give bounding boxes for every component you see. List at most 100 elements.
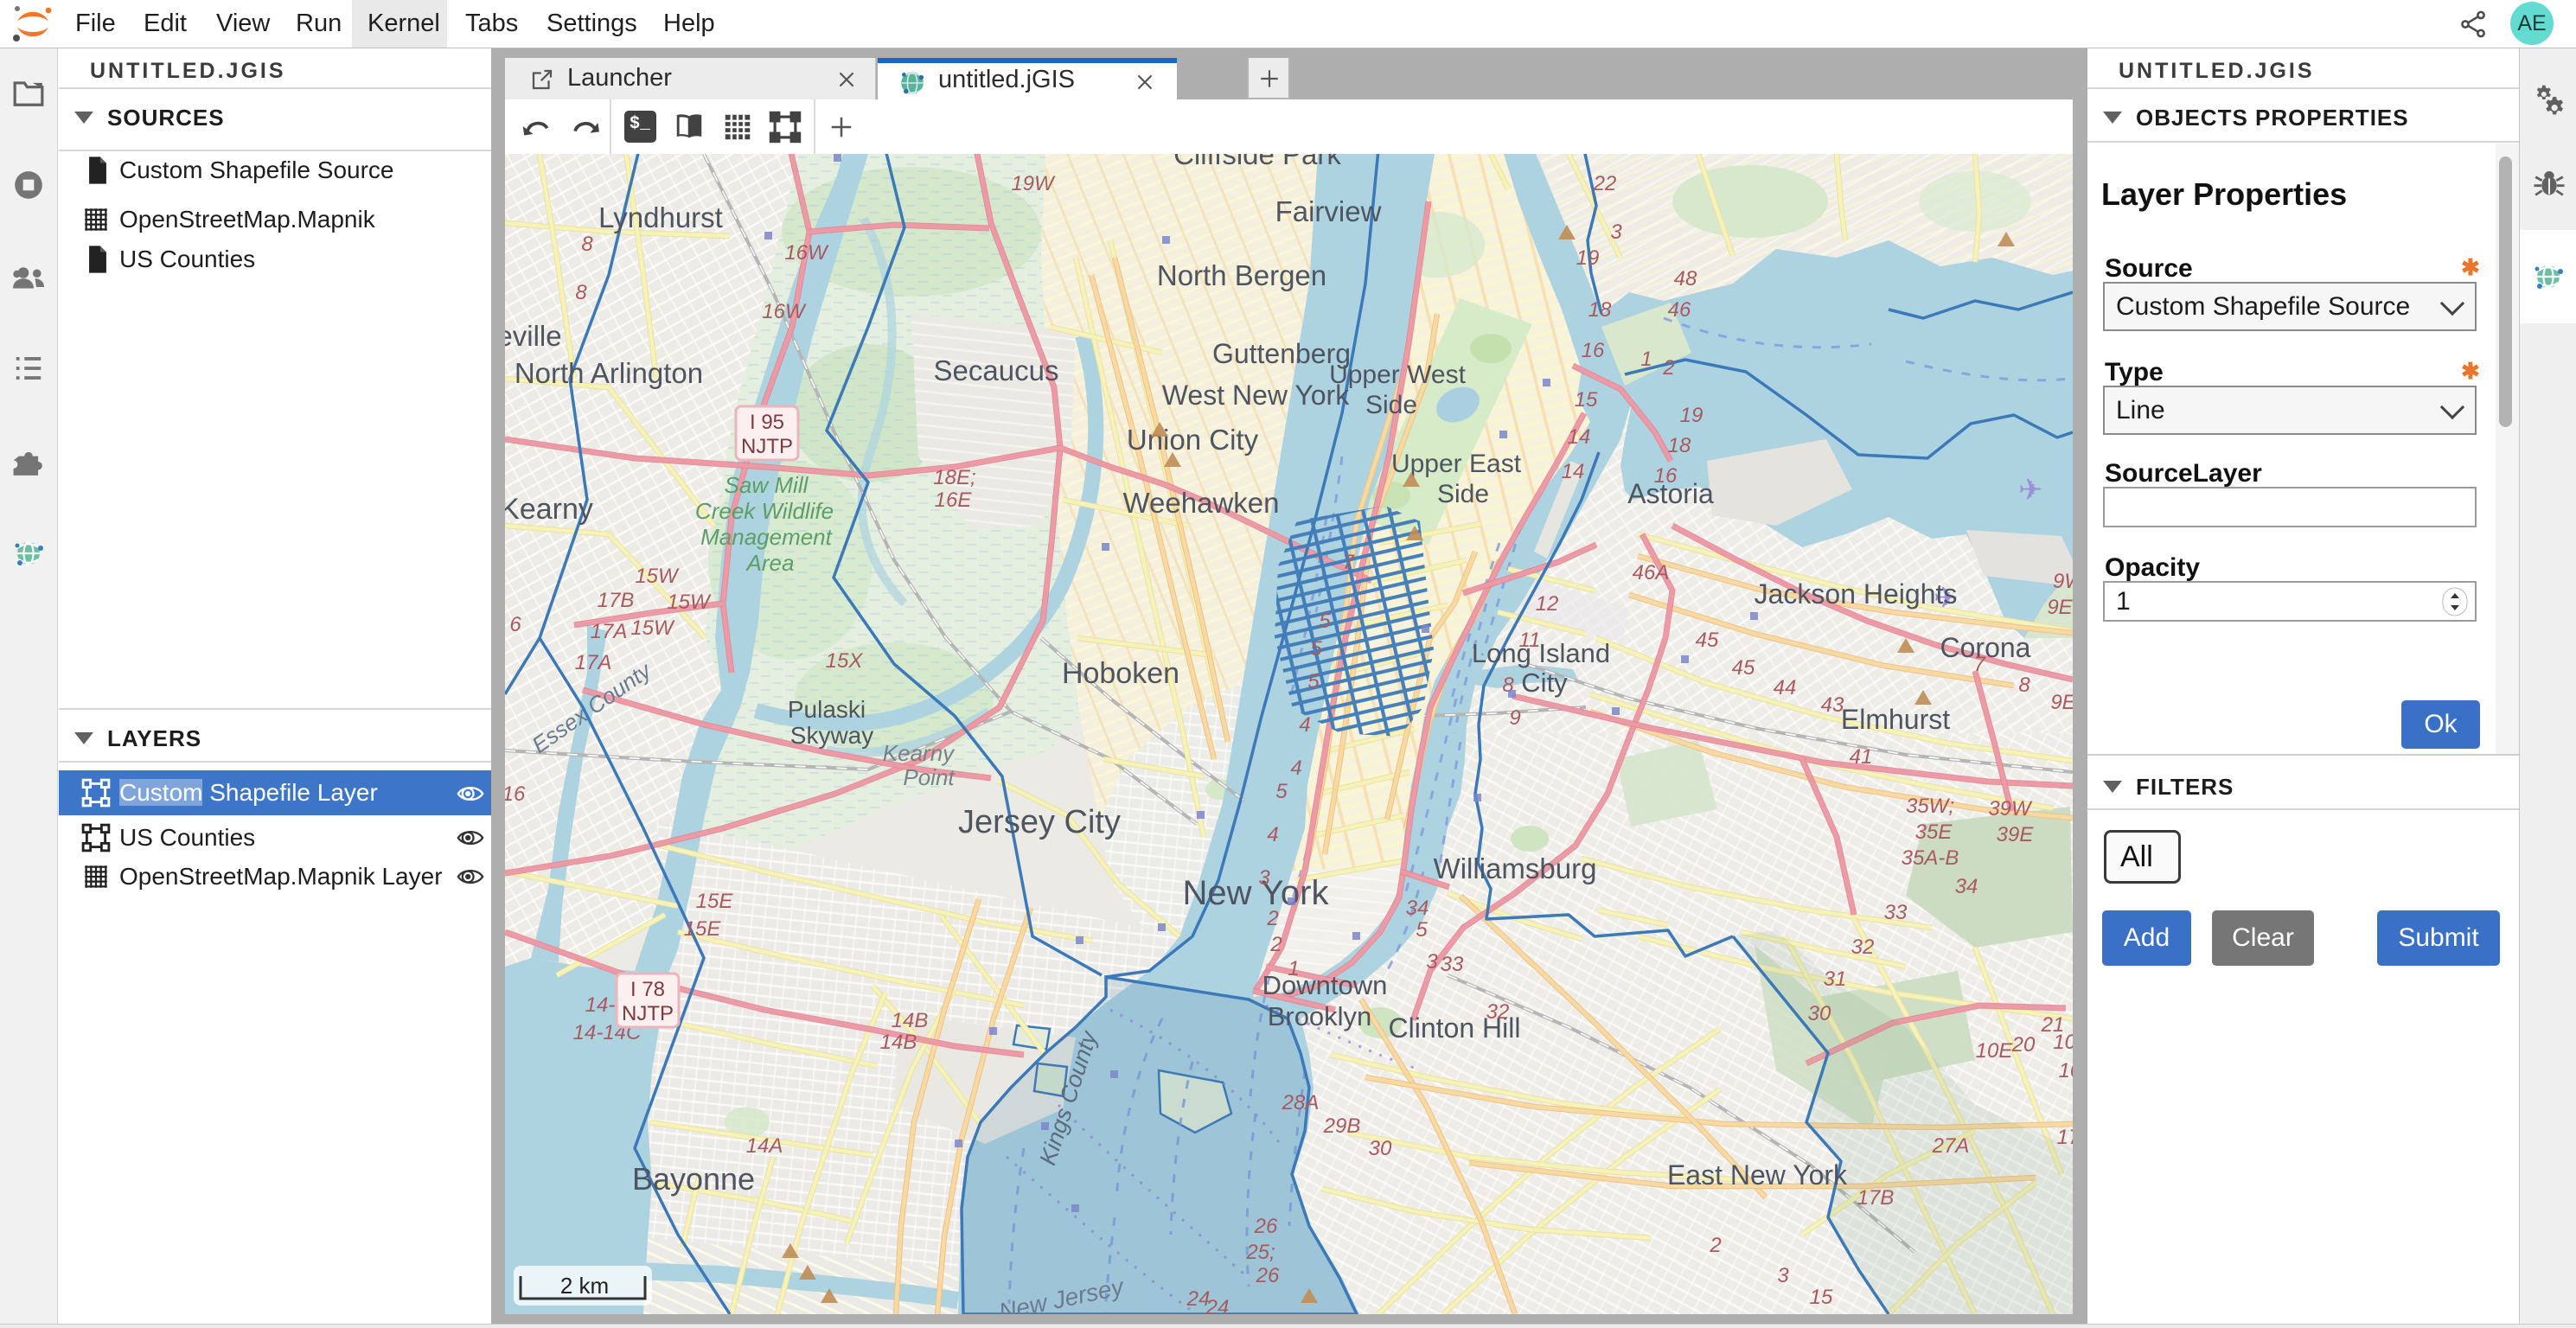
svg-text:Cliffside Park: Cliffside Park xyxy=(1173,154,1341,170)
svg-text:18: 18 xyxy=(1588,298,1612,322)
svg-text:35A-B: 35A-B xyxy=(1902,846,1959,870)
svg-text:32: 32 xyxy=(1486,1000,1510,1024)
svg-text:5: 5 xyxy=(1275,780,1288,803)
svg-text:14B: 14B xyxy=(892,1009,929,1032)
svg-text:21: 21 xyxy=(2041,1013,2065,1037)
svg-text:35W;: 35W; xyxy=(1906,795,1954,818)
svg-text:Elmhurst: Elmhurst xyxy=(1841,704,1950,735)
svg-text:5: 5 xyxy=(1310,637,1322,661)
svg-text:17A: 17A xyxy=(575,651,612,674)
svg-text:9E: 9E xyxy=(2050,691,2073,714)
svg-text:NJTP: NJTP xyxy=(622,1002,674,1025)
svg-text:9W: 9W xyxy=(2053,570,2073,593)
svg-text:eville: eville xyxy=(505,320,562,352)
svg-text:6: 6 xyxy=(509,613,521,636)
svg-text:10: 10 xyxy=(2059,1059,2073,1082)
svg-text:Saw Mill: Saw Mill xyxy=(725,472,809,498)
svg-text:14A: 14A xyxy=(746,1134,783,1158)
svg-text:17A: 17A xyxy=(591,620,628,643)
svg-text:New York: New York xyxy=(1183,874,1330,912)
svg-text:30: 30 xyxy=(1369,1137,1392,1160)
svg-text:19: 19 xyxy=(1576,246,1600,270)
svg-text:2: 2 xyxy=(1266,907,1278,930)
svg-text:19W: 19W xyxy=(1011,172,1056,195)
svg-text:16: 16 xyxy=(505,782,526,806)
svg-text:1: 1 xyxy=(1640,348,1652,371)
svg-text:Point: Point xyxy=(903,764,956,790)
svg-text:West New York: West New York xyxy=(1162,380,1350,411)
svg-text:Weehawken: Weehawken xyxy=(1122,487,1279,519)
svg-text:16: 16 xyxy=(1582,339,1605,362)
svg-text:15W: 15W xyxy=(630,616,675,640)
svg-text:7: 7 xyxy=(1342,551,1355,574)
svg-text:3: 3 xyxy=(1777,1264,1789,1287)
svg-text:31: 31 xyxy=(1824,967,1847,991)
svg-text:Long Island: Long Island xyxy=(1472,638,1610,668)
svg-text:10E: 10E xyxy=(1976,1039,2014,1063)
svg-text:15X: 15X xyxy=(826,649,864,673)
svg-text:Side: Side xyxy=(1365,391,1417,419)
svg-text:17B: 17B xyxy=(598,589,635,612)
svg-text:✈: ✈ xyxy=(2018,474,2043,507)
svg-text:24: 24 xyxy=(1205,1296,1230,1314)
svg-text:Hoboken: Hoboken xyxy=(1062,657,1179,690)
svg-text:8: 8 xyxy=(581,233,593,256)
svg-text:15: 15 xyxy=(1810,1286,1833,1309)
svg-text:9E: 9E xyxy=(2047,596,2073,619)
svg-text:45: 45 xyxy=(1732,656,1755,680)
svg-text:Fairview: Fairview xyxy=(1275,195,1382,227)
svg-text:Jersey City: Jersey City xyxy=(958,804,1121,840)
svg-text:Lyndhurst: Lyndhurst xyxy=(598,201,723,233)
svg-text:16W: 16W xyxy=(784,241,829,265)
svg-text:2 km: 2 km xyxy=(560,1273,609,1299)
svg-text:8: 8 xyxy=(2018,674,2030,697)
svg-text:4: 4 xyxy=(1299,713,1310,737)
svg-text:44: 44 xyxy=(1774,676,1797,699)
svg-text:12: 12 xyxy=(1536,592,1559,616)
svg-text:Bayonne: Bayonne xyxy=(632,1161,755,1197)
svg-text:22: 22 xyxy=(1593,172,1617,195)
svg-text:26: 26 xyxy=(1254,1215,1278,1238)
svg-text:Secaucus: Secaucus xyxy=(934,354,1059,386)
svg-text:4: 4 xyxy=(1290,757,1301,780)
svg-text:3: 3 xyxy=(1258,866,1270,890)
svg-text:Brooklyn: Brooklyn xyxy=(1268,1001,1372,1031)
svg-text:City: City xyxy=(1521,667,1568,698)
svg-text:8: 8 xyxy=(575,281,587,304)
svg-text:48: 48 xyxy=(1674,267,1697,290)
svg-text:15E: 15E xyxy=(684,917,722,941)
svg-text:30: 30 xyxy=(1808,1002,1831,1025)
svg-text:16E: 16E xyxy=(935,488,973,512)
svg-text:41: 41 xyxy=(1850,745,1873,769)
svg-text:North Arlington: North Arlington xyxy=(515,357,703,389)
svg-text:East New York: East New York xyxy=(1667,1159,1848,1191)
svg-text:Creek Wildlife: Creek Wildlife xyxy=(695,498,834,524)
svg-text:5: 5 xyxy=(1416,918,1428,942)
svg-text:2: 2 xyxy=(1662,356,1674,380)
svg-text:15: 15 xyxy=(1575,388,1598,412)
svg-text:5: 5 xyxy=(1319,610,1331,633)
svg-text:16W: 16W xyxy=(762,300,807,323)
svg-text:Williamsburg: Williamsburg xyxy=(1434,852,1597,884)
svg-text:32: 32 xyxy=(1851,935,1875,959)
svg-text:39W: 39W xyxy=(1988,797,2033,820)
svg-text:Jackson Heights: Jackson Heights xyxy=(1755,578,1958,610)
svg-text:Pulaski: Pulaski xyxy=(788,696,866,723)
svg-text:15E: 15E xyxy=(696,890,734,913)
svg-text:39E: 39E xyxy=(1997,823,2035,846)
svg-text:15W: 15W xyxy=(667,591,712,614)
svg-text:NJTP: NJTP xyxy=(741,435,793,458)
svg-text:7: 7 xyxy=(1973,653,1986,676)
svg-text:18: 18 xyxy=(1668,434,1691,457)
svg-text:17: 17 xyxy=(2057,1126,2073,1149)
svg-text:Kearny: Kearny xyxy=(505,493,593,526)
svg-text:14B: 14B xyxy=(880,1031,917,1054)
svg-text:43: 43 xyxy=(1821,693,1844,717)
svg-text:9: 9 xyxy=(1509,706,1520,730)
svg-text:28A: 28A xyxy=(1282,1091,1320,1114)
svg-text:3: 3 xyxy=(1426,950,1438,974)
svg-text:27A: 27A xyxy=(1932,1134,1970,1158)
svg-text:46: 46 xyxy=(1668,298,1691,322)
svg-text:Management: Management xyxy=(700,524,834,550)
svg-text:Corona: Corona xyxy=(1940,632,2031,663)
